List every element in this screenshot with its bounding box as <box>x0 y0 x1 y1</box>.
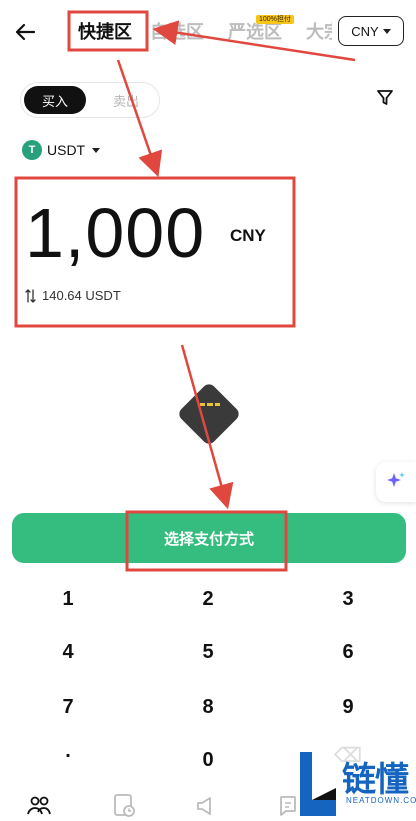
key-9[interactable]: 9 <box>318 692 378 722</box>
order-clock-icon[interactable] <box>112 793 138 819</box>
key-1[interactable]: 1 <box>38 584 98 614</box>
usdt-coin-icon: T <box>22 140 42 160</box>
watermark-english: NEATDOWN.COM <box>346 796 416 805</box>
megaphone-icon[interactable] <box>194 793 220 819</box>
watermark-chinese: 链懂 <box>342 761 409 799</box>
key-0[interactable]: 0 <box>178 745 238 775</box>
loading-dots <box>200 403 220 409</box>
loading-placeholder-icon <box>176 381 242 447</box>
back-arrow-icon[interactable] <box>12 19 38 45</box>
neatdown-logo <box>300 752 336 816</box>
key-4[interactable]: 4 <box>38 637 98 667</box>
users-icon[interactable] <box>26 793 52 819</box>
buy-tab[interactable]: 买入 <box>24 86 86 114</box>
key-8[interactable]: 8 <box>178 692 238 722</box>
filter-icon[interactable] <box>375 88 395 108</box>
amount-unit: CNY <box>230 226 266 245</box>
currency-selector[interactable]: CNY <box>338 16 404 46</box>
chat-icon[interactable] <box>278 793 298 819</box>
key-5[interactable]: 5 <box>178 637 238 667</box>
currency-label: CNY <box>351 23 379 39</box>
chevron-down-icon <box>382 28 391 34</box>
tab-bulk-zone[interactable]: 大宗 <box>306 18 332 44</box>
chevron-down-icon <box>92 147 101 153</box>
converted-amount-text: 140.64 USDT <box>42 288 121 303</box>
sparkle-icon <box>387 472 405 487</box>
key-2[interactable]: 2 <box>178 584 238 614</box>
choose-payment-method-button[interactable]: 选择支付方式 <box>12 513 406 563</box>
tab-quick-zone[interactable]: 快捷区 <box>78 18 132 44</box>
converted-amount[interactable]: 140.64 USDT <box>25 288 121 303</box>
guarantee-badge: 100%担付 <box>256 15 294 24</box>
ai-sparkle-button[interactable] <box>376 462 416 502</box>
asset-selector[interactable]: T USDT <box>22 140 101 160</box>
key-3[interactable]: 3 <box>318 584 378 614</box>
key-decimal[interactable]: . <box>38 736 98 766</box>
asset-symbol: USDT <box>47 142 86 158</box>
swap-vertical-icon <box>25 288 36 303</box>
sell-tab[interactable]: 卖出 <box>96 86 156 114</box>
amount-value[interactable]: 1,000 <box>25 188 205 278</box>
trade-side-toggle: 买入 卖出 <box>20 82 160 118</box>
key-7[interactable]: 7 <box>38 692 98 722</box>
key-6[interactable]: 6 <box>318 637 378 667</box>
tab-custom-zone[interactable]: 自选区 <box>150 18 204 44</box>
